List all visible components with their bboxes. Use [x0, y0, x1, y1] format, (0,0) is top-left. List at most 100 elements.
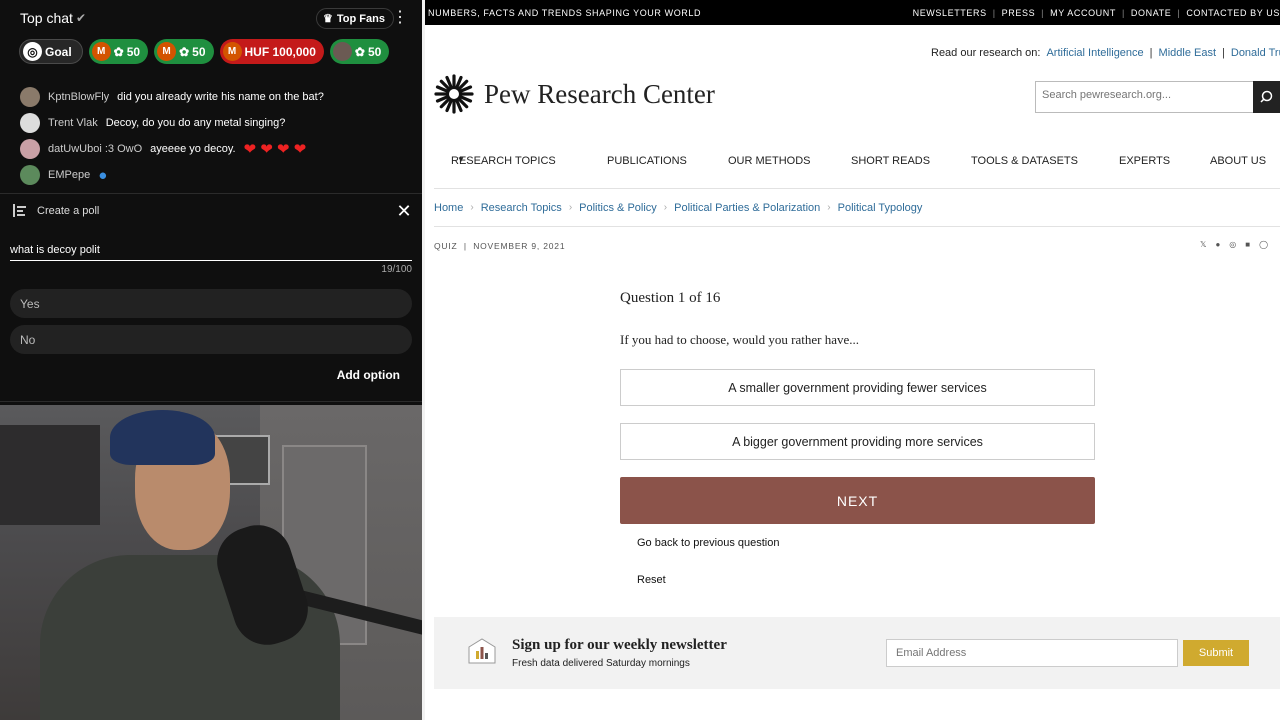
breadcrumb-link[interactable]: Home: [434, 202, 463, 214]
chat-author[interactable]: KptnBlowFly: [48, 91, 109, 103]
goal-label: Goal: [45, 44, 72, 59]
emote-icon: ●: [98, 166, 108, 184]
publish-date: NOVEMBER 9, 2021: [473, 241, 566, 251]
divider: [434, 226, 1280, 227]
caret-down-icon: ▼: [457, 155, 465, 164]
add-option-button[interactable]: Add option: [330, 368, 400, 382]
breadcrumb: Home › Research Topics › Politics & Poli…: [434, 202, 922, 214]
separator: |: [1121, 8, 1125, 18]
webcam-feed: [0, 405, 422, 720]
search-input[interactable]: [1042, 89, 1247, 101]
chat-message: EMPepe ●: [20, 164, 107, 186]
more-options-icon[interactable]: ⋮: [392, 8, 408, 28]
reset-link[interactable]: Reset: [637, 574, 666, 586]
breadcrumb-link[interactable]: Research Topics: [481, 202, 562, 214]
threads-icon[interactable]: ◎: [1229, 240, 1236, 249]
breadcrumb-link[interactable]: Political Typology: [838, 202, 923, 214]
avatar[interactable]: [20, 113, 40, 133]
top-fans-label: Top Fans: [336, 12, 385, 25]
donate-link[interactable]: DONATE: [1131, 8, 1171, 18]
search-icon: [1260, 90, 1273, 103]
char-counter: 19/100: [381, 264, 412, 275]
goal-pill[interactable]: ◎ Goal: [19, 39, 83, 64]
gift-count: 50: [126, 44, 141, 59]
search-box: [1035, 81, 1280, 113]
chevron-down-icon: ✔: [75, 11, 86, 25]
content-type: QUIZ: [434, 241, 458, 251]
search-button[interactable]: [1253, 81, 1280, 113]
gift-pill[interactable]: M ✿ 50: [154, 39, 214, 64]
gift-pill[interactable]: ✿ 50: [329, 39, 390, 64]
chat-message: datUwUboi :3 OwO ayeeee yo decoy. ❤ ❤ ❤ …: [20, 138, 306, 160]
avatar[interactable]: [20, 139, 40, 159]
separator: |: [1177, 8, 1181, 18]
contacted-by-us-link[interactable]: CONTACTED BY US: [1186, 8, 1280, 18]
email-field[interactable]: [886, 639, 1178, 667]
topic-link[interactable]: Donald Trump: [1231, 47, 1280, 59]
nav-tools-datasets[interactable]: TOOLS & DATASETS: [971, 155, 1078, 167]
chat-message: Trent Vlak Decoy, do you do any metal si…: [20, 112, 285, 134]
poll-header: Create a poll: [12, 203, 99, 218]
next-button[interactable]: NEXT: [620, 477, 1095, 524]
chevron-right-icon: ›: [470, 202, 474, 213]
newsletters-link[interactable]: NEWSLETTERS: [913, 8, 987, 18]
newsletter-title: Sign up for our weekly newsletter: [512, 637, 727, 653]
gift-count: 50: [367, 44, 382, 59]
divider: [0, 401, 422, 402]
nav-our-methods[interactable]: OUR METHODS: [728, 155, 811, 167]
question-text: If you had to choose, would you rather h…: [620, 332, 859, 347]
linkedin-icon[interactable]: ■: [1245, 240, 1250, 249]
answer-option[interactable]: A bigger government providing more servi…: [620, 423, 1095, 460]
divider: [0, 193, 422, 194]
chat-author[interactable]: EMPepe: [48, 169, 90, 181]
site-logo[interactable]: Pew Research Center: [434, 74, 715, 114]
press-link[interactable]: PRESS: [1002, 8, 1036, 18]
heart-emoji: ❤ ❤ ❤ ❤: [243, 141, 307, 158]
chat-text: ayeeee yo decoy.: [150, 143, 236, 155]
x-icon[interactable]: 𝕏: [1200, 240, 1206, 249]
topic-link[interactable]: Middle East: [1159, 47, 1216, 59]
nav-short-reads[interactable]: SHORT READS: [851, 155, 930, 167]
chat-author[interactable]: datUwUboi :3 OwO: [48, 143, 142, 155]
superchat-pill[interactable]: M HUF 100,000: [219, 39, 324, 64]
nav-publications[interactable]: PUBLICATIONS: [607, 155, 687, 167]
go-back-link[interactable]: Go back to previous question: [637, 537, 779, 549]
chat-text: Decoy, do you do any metal singing?: [105, 117, 286, 129]
nav-about-us[interactable]: ABOUT US: [1210, 155, 1266, 167]
chat-author[interactable]: Trent Vlak: [48, 117, 98, 129]
avatar[interactable]: [20, 165, 40, 185]
separator: |: [992, 8, 996, 18]
read-research-on: Read our research on: Artificial Intelli…: [931, 47, 1280, 59]
pew-page: NUMBERS, FACTS AND TRENDS SHAPING YOUR W…: [425, 0, 1280, 720]
utility-links: NEWSLETTERS | PRESS | MY ACCOUNT | DONAT…: [913, 8, 1280, 18]
poll-option-input[interactable]: Yes: [10, 289, 412, 318]
gift-pill[interactable]: M ✿ 50: [88, 39, 149, 64]
divider: [434, 188, 1280, 189]
main-nav: RESEARCH TOPICS ▼ PUBLICATIONS OUR METHOD…: [425, 155, 1280, 173]
poll-question-input[interactable]: [10, 239, 412, 261]
avatar[interactable]: [20, 87, 40, 107]
separator: |: [1041, 8, 1045, 18]
separator: |: [1149, 47, 1153, 59]
whatsapp-icon[interactable]: ◯: [1259, 240, 1268, 249]
gift-count: 50: [192, 44, 206, 59]
facebook-icon[interactable]: ●: [1215, 240, 1220, 249]
breadcrumb-link[interactable]: Political Parties & Polarization: [674, 202, 820, 214]
avatar: M: [157, 42, 177, 61]
chat-mode-selector[interactable]: Top chat ✔: [20, 10, 86, 26]
poll-option-input[interactable]: No: [10, 325, 412, 354]
avatar: [332, 42, 352, 61]
answer-option[interactable]: A smaller government providing fewer ser…: [620, 369, 1095, 406]
separator: |: [460, 241, 474, 251]
top-fans-button[interactable]: ♛ Top Fans: [316, 8, 394, 29]
superchat-amount: HUF 100,000: [244, 44, 316, 59]
close-icon[interactable]: ✕: [396, 202, 412, 220]
topic-link[interactable]: Artificial Intelligence: [1046, 47, 1143, 59]
live-chat-panel: Top chat ✔ ♛ Top Fans ⋮ ◎ Goal M ✿ 50 M …: [0, 0, 422, 405]
nav-label: RESEARCH TOPICS: [451, 155, 556, 167]
my-account-link[interactable]: MY ACCOUNT: [1050, 8, 1116, 18]
submit-button[interactable]: Submit: [1183, 640, 1249, 666]
breadcrumb-link[interactable]: Politics & Policy: [579, 202, 657, 214]
poll-title: Create a poll: [37, 204, 100, 217]
nav-experts[interactable]: EXPERTS: [1119, 155, 1170, 167]
